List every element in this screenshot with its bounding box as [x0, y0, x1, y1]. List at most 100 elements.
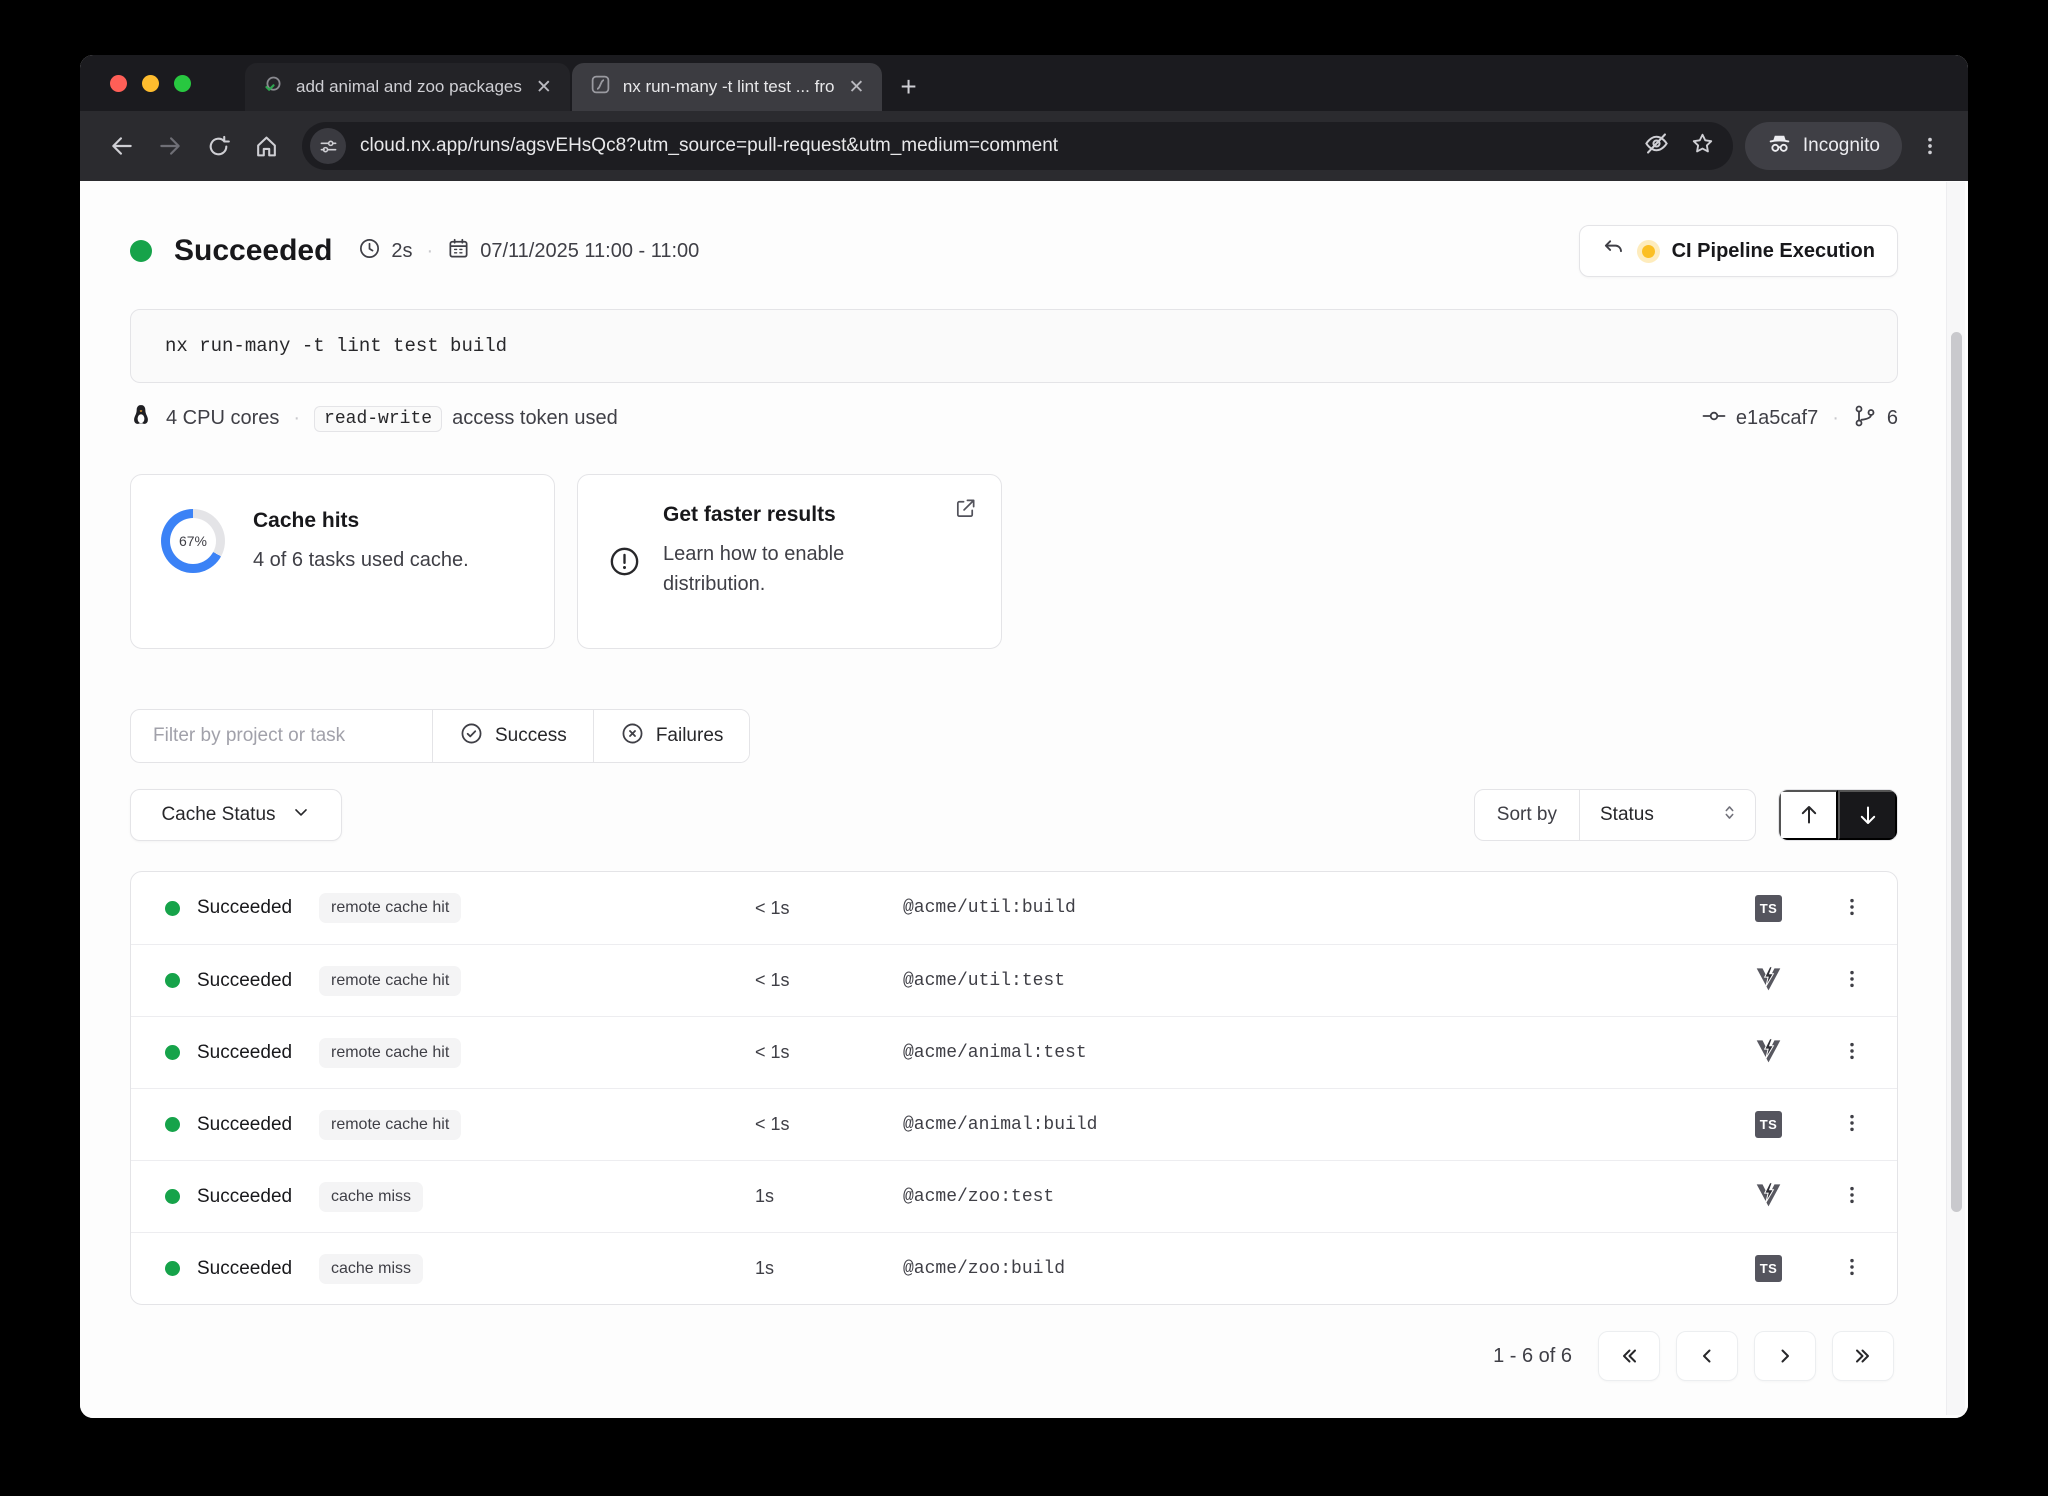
- chevron-up-down-icon: [1720, 803, 1739, 828]
- row-menu-button[interactable]: [1841, 968, 1863, 993]
- incognito-badge: Incognito: [1745, 122, 1902, 170]
- browser-toolbar: cloud.nx.app/runs/agsvEHsQc8?utm_source=…: [80, 111, 1968, 181]
- table-row[interactable]: Succeeded cache miss 1s @acme/zoo:test T…: [131, 1160, 1897, 1232]
- last-page-button[interactable]: [1832, 1331, 1894, 1381]
- faster-card-title: Get faster results: [663, 503, 933, 527]
- home-button[interactable]: [242, 122, 290, 170]
- tab-close-icon[interactable]: ✕: [846, 76, 866, 99]
- faster-results-card[interactable]: Get faster results Learn how to enable d…: [577, 474, 1002, 649]
- incognito-label: Incognito: [1803, 135, 1880, 157]
- row-task-name[interactable]: @acme/animal:test: [903, 1043, 1755, 1063]
- cache-card-subtitle: 4 of 6 tasks used cache.: [253, 545, 469, 575]
- row-menu-button[interactable]: [1841, 896, 1863, 921]
- next-page-button[interactable]: [1754, 1331, 1816, 1381]
- row-menu-button[interactable]: [1841, 1256, 1863, 1281]
- previous-page-button[interactable]: [1676, 1331, 1738, 1381]
- filter-input[interactable]: [131, 710, 432, 762]
- undo-icon: [1602, 237, 1625, 266]
- row-status-dot: [165, 1045, 180, 1060]
- zoom-window-button[interactable]: [174, 75, 191, 92]
- run-duration: 2s: [391, 240, 412, 263]
- tool-icon-cell: TS: [1755, 895, 1819, 922]
- table-row[interactable]: Succeeded remote cache hit < 1s @acme/ut…: [131, 872, 1897, 944]
- row-status-dot: [165, 1117, 180, 1132]
- row-task-name[interactable]: @acme/util:build: [903, 898, 1755, 918]
- row-menu-button[interactable]: [1841, 1184, 1863, 1209]
- failures-filter-button[interactable]: Failures: [593, 710, 750, 762]
- cpu-cores-label: 4 CPU cores: [166, 407, 279, 430]
- branch-count[interactable]: 6: [1887, 407, 1898, 430]
- row-status-dot: [165, 901, 180, 916]
- new-tab-button[interactable]: +: [882, 73, 934, 111]
- url-text: cloud.nx.app/runs/agsvEHsQc8?utm_source=…: [360, 135, 1643, 157]
- close-window-button[interactable]: [110, 75, 127, 92]
- table-row[interactable]: Succeeded remote cache hit < 1s @acme/an…: [131, 1088, 1897, 1160]
- tool-icon-cell: TS: [1755, 1181, 1819, 1213]
- external-link-icon[interactable]: [954, 497, 977, 525]
- tab-title: nx run-many -t lint test ... fro: [623, 77, 835, 97]
- row-duration: < 1s: [755, 970, 903, 991]
- vitest-icon: [1755, 1051, 1782, 1068]
- row-menu-button[interactable]: [1841, 1112, 1863, 1137]
- site-settings-icon[interactable]: [310, 128, 346, 164]
- cache-donut-chart: 67%: [161, 509, 225, 573]
- browser-window: add animal and zoo packages ✕ nx run-man…: [80, 55, 1968, 1418]
- table-row[interactable]: Succeeded remote cache hit < 1s @acme/an…: [131, 1016, 1897, 1088]
- ci-pipeline-execution-button[interactable]: CI Pipeline Execution: [1579, 225, 1898, 277]
- commit-sha[interactable]: e1a5caf7: [1736, 407, 1818, 430]
- row-status: Succeeded: [197, 1186, 319, 1208]
- tab-pull-request[interactable]: add animal and zoo packages ✕: [245, 63, 570, 111]
- forward-button[interactable]: [146, 122, 194, 170]
- task-table: Succeeded remote cache hit < 1s @acme/ut…: [130, 871, 1898, 1305]
- eye-off-icon[interactable]: [1643, 130, 1670, 162]
- pr-check-favicon: [263, 74, 284, 100]
- sort-field-select[interactable]: Status: [1580, 790, 1755, 840]
- tab-nx-run[interactable]: nx run-many -t lint test ... fro ✕: [572, 63, 883, 111]
- linux-penguin-icon: [130, 403, 152, 434]
- chevron-down-icon: [291, 802, 311, 828]
- cache-hits-card[interactable]: 67% Cache hits 4 of 6 tasks used cache.: [130, 474, 555, 649]
- row-status: Succeeded: [197, 1258, 319, 1280]
- bookmark-star-icon[interactable]: [1690, 131, 1715, 161]
- tool-icon-cell: TS: [1755, 965, 1819, 997]
- cache-status-dropdown[interactable]: Cache Status: [130, 789, 342, 841]
- tab-close-icon[interactable]: ✕: [534, 76, 554, 99]
- reload-button[interactable]: [194, 122, 242, 170]
- success-filter-button[interactable]: Success: [432, 710, 593, 762]
- vitest-icon: [1755, 1195, 1782, 1212]
- typescript-icon: TS: [1755, 1255, 1782, 1282]
- sort-control: Sort by Status: [1474, 789, 1756, 841]
- access-token-badge: read-write: [314, 406, 442, 432]
- dot-separator: ·: [289, 407, 304, 430]
- row-status: Succeeded: [197, 1114, 319, 1136]
- page-title: Succeeded: [174, 234, 332, 268]
- page-content: Succeeded 2s · 07/11/2025 11:00 - 11:00 …: [80, 181, 1968, 1418]
- sort-descending-button[interactable]: [1838, 790, 1897, 840]
- sort-ascending-button[interactable]: [1779, 790, 1838, 840]
- minimize-window-button[interactable]: [142, 75, 159, 92]
- row-status: Succeeded: [197, 970, 319, 992]
- address-bar[interactable]: cloud.nx.app/runs/agsvEHsQc8?utm_source=…: [302, 122, 1733, 170]
- table-row[interactable]: Succeeded cache miss 1s @acme/zoo:build …: [131, 1232, 1897, 1304]
- first-page-button[interactable]: [1598, 1331, 1660, 1381]
- row-menu-button[interactable]: [1841, 1040, 1863, 1065]
- scrollbar-thumb[interactable]: [1951, 332, 1962, 1212]
- dot-separator: ·: [1828, 407, 1843, 430]
- page-scrollbar[interactable]: [1946, 182, 1965, 1415]
- x-circle-icon: [620, 721, 645, 752]
- row-task-name[interactable]: @acme/zoo:build: [903, 1259, 1755, 1279]
- typescript-icon: TS: [1755, 895, 1782, 922]
- back-button[interactable]: [98, 122, 146, 170]
- browser-menu-button[interactable]: [1910, 135, 1950, 157]
- tab-strip: add animal and zoo packages ✕ nx run-man…: [80, 55, 1968, 111]
- row-task-name[interactable]: @acme/animal:build: [903, 1115, 1755, 1135]
- table-row[interactable]: Succeeded remote cache hit < 1s @acme/ut…: [131, 944, 1897, 1016]
- row-task-name[interactable]: @acme/util:test: [903, 971, 1755, 991]
- row-task-name[interactable]: @acme/zoo:test: [903, 1187, 1755, 1207]
- access-token-label: access token used: [452, 407, 618, 430]
- cache-status-badge: remote cache hit: [319, 1038, 461, 1068]
- tab-title: add animal and zoo packages: [296, 77, 522, 97]
- cache-status-label: Cache Status: [161, 804, 275, 826]
- cache-status-badge: remote cache hit: [319, 1110, 461, 1140]
- row-duration: 1s: [755, 1258, 903, 1279]
